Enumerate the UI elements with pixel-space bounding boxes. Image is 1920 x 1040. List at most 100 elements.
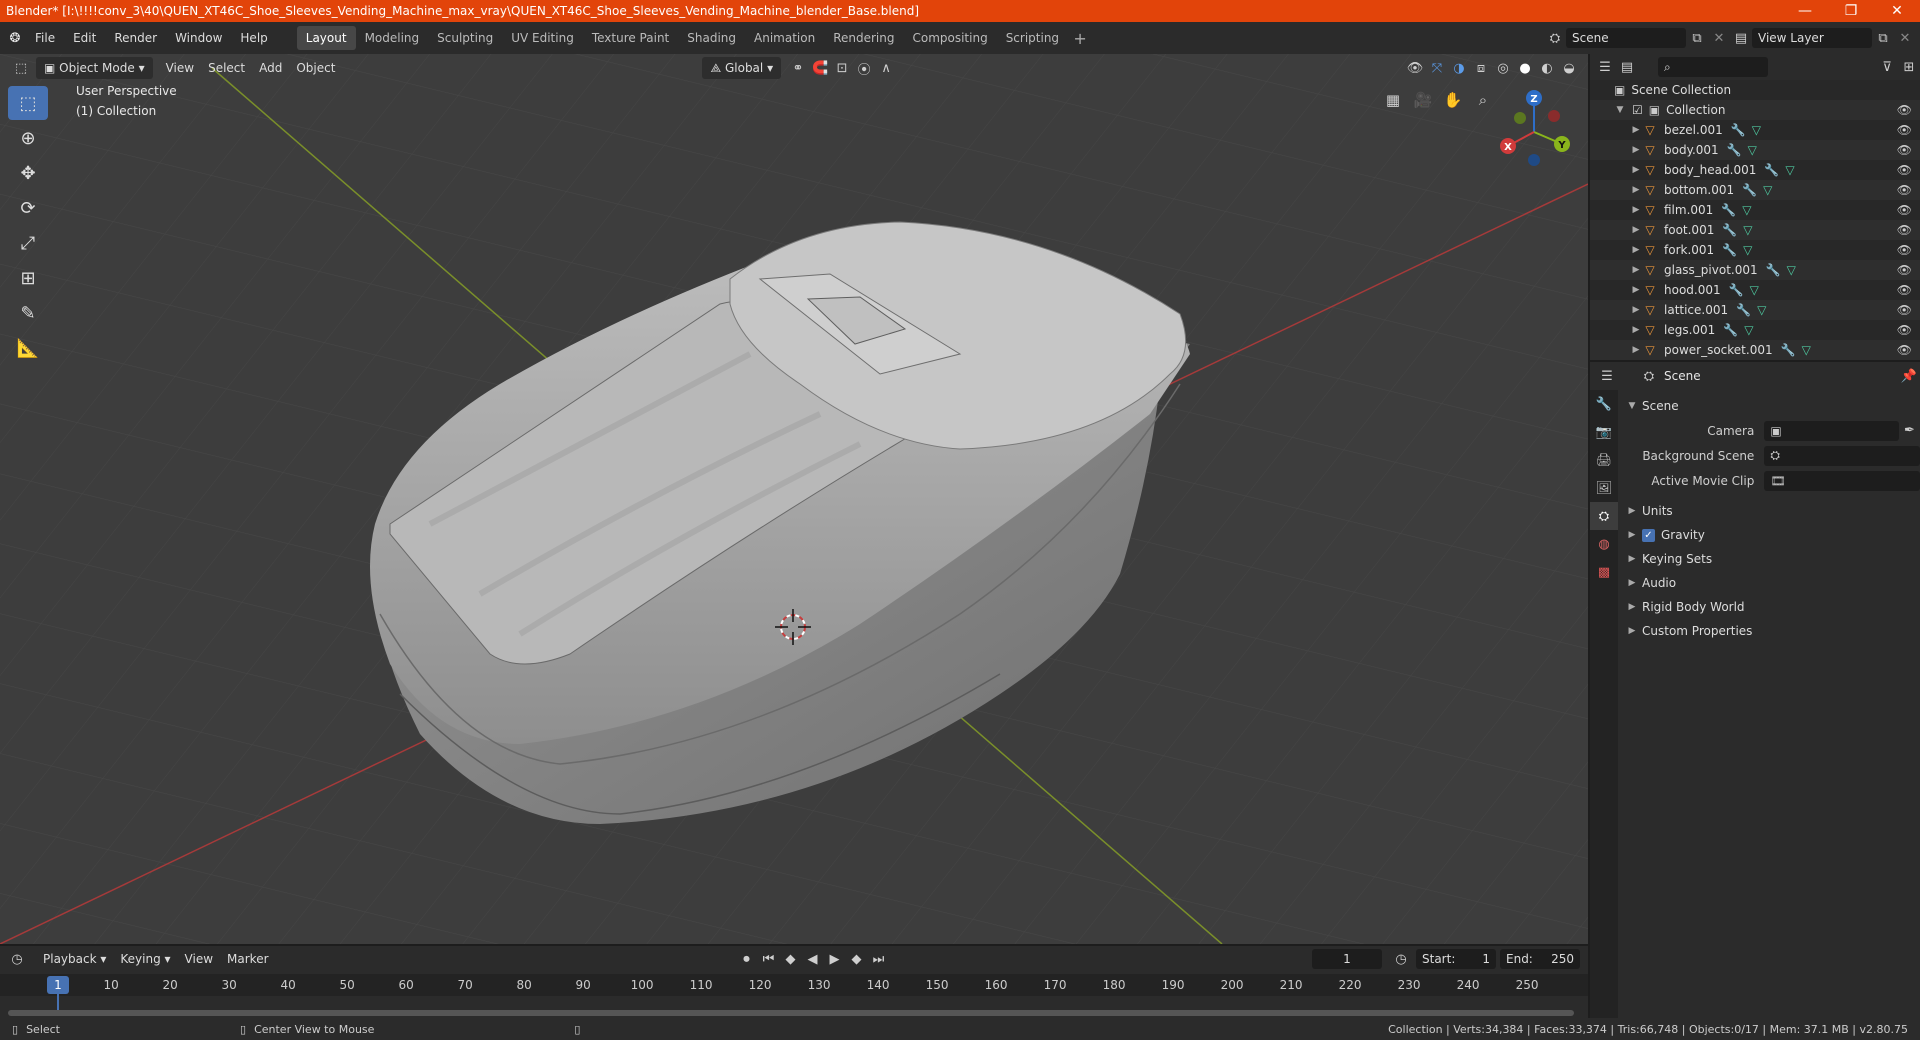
cursor-tool-icon[interactable]: ⊕ [8, 121, 48, 155]
wireframe-shading-icon[interactable]: ◎ [1492, 57, 1514, 79]
outliner-item[interactable]: ▶ ▽ bottom.001 🔧 ▽ 👁 [1590, 180, 1920, 200]
gizmo-neg-z-axis[interactable] [1528, 154, 1540, 166]
start-frame-field[interactable]: Start: 1 [1416, 949, 1496, 969]
timeline-editor-icon[interactable]: ◷ [6, 948, 28, 970]
collection-checkbox[interactable]: ☑ [1632, 103, 1643, 117]
restore-button[interactable]: ❐ [1828, 0, 1874, 22]
tab-layout[interactable]: Layout [296, 26, 356, 50]
navigation-gizmo[interactable]: Z Y X [1494, 88, 1574, 168]
new-viewlayer-icon[interactable]: ⧉ [1872, 27, 1894, 49]
new-collection-icon[interactable]: ⊞ [1898, 56, 1920, 78]
visibility-icon[interactable]: 👁 [1404, 57, 1426, 79]
minimize-button[interactable]: — [1782, 0, 1828, 22]
menu-edit[interactable]: Edit [64, 26, 105, 50]
eye-icon[interactable]: 👁 [1897, 183, 1912, 197]
menu-help[interactable]: Help [231, 26, 276, 50]
timeline-menu-keying[interactable]: Keying ▾ [113, 948, 177, 970]
item-expand-icon[interactable]: ▶ [1630, 265, 1642, 275]
outliner-scene-collection[interactable]: ▣ Scene Collection [1590, 80, 1920, 100]
new-scene-icon[interactable]: ⧉ [1686, 27, 1708, 49]
timeline-menu-playback[interactable]: Playback ▾ [36, 948, 113, 970]
falloff-icon[interactable]: ∧ [875, 57, 897, 79]
outliner-item[interactable]: ▶ ▽ foot.001 🔧 ▽ 👁 [1590, 220, 1920, 240]
outliner-item[interactable]: ▶ ▽ body.001 🔧 ▽ 👁 [1590, 140, 1920, 160]
tab-compositing[interactable]: Compositing [903, 26, 996, 50]
eye-icon[interactable]: 👁 [1897, 103, 1912, 117]
rotate-tool-icon[interactable]: ⟳ [8, 191, 48, 225]
play-reverse-icon[interactable]: ◀ [802, 948, 824, 970]
current-frame-indicator[interactable]: 1 [47, 976, 69, 994]
texture-tab-icon[interactable]: ▩ [1590, 558, 1618, 586]
close-button[interactable]: ✕ [1874, 0, 1920, 22]
rendered-shading-icon[interactable]: ◒ [1558, 57, 1580, 79]
outliner-editor-icon[interactable]: ☰ [1594, 56, 1616, 78]
outliner-item[interactable]: ▶ ▽ body_head.001 🔧 ▽ 👁 [1590, 160, 1920, 180]
eye-icon[interactable]: 👁 [1897, 243, 1912, 257]
current-frame-field[interactable]: 1 [1312, 949, 1382, 969]
tab-shading[interactable]: Shading [678, 26, 745, 50]
item-expand-icon[interactable]: ▶ [1630, 345, 1642, 355]
eye-icon[interactable]: 👁 [1897, 223, 1912, 237]
outliner-item[interactable]: ▶ ▽ glass_pivot.001 🔧 ▽ 👁 [1590, 260, 1920, 280]
measure-tool-icon[interactable]: 📐 [8, 331, 48, 365]
3d-viewport[interactable]: User Perspective (1) Collection ▦ 🎥 ✋ ⌕ … [0, 54, 1588, 944]
jump-start-icon[interactable]: ⏮ [758, 948, 780, 970]
item-expand-icon[interactable]: ▶ [1630, 325, 1642, 335]
outliner-item[interactable]: ▶ ▽ power_socket.001 🔧 ▽ 👁 [1590, 340, 1920, 360]
scale-tool-icon[interactable]: ⤢ [8, 226, 48, 260]
rigid-body-world-panel[interactable]: ▶ Rigid Body World [1620, 595, 1920, 619]
outliner-search-input[interactable]: ⌕ [1658, 57, 1768, 77]
outliner-item[interactable]: ▶ ▽ fork.001 🔧 ▽ 👁 [1590, 240, 1920, 260]
item-expand-icon[interactable]: ▶ [1630, 125, 1642, 135]
gizmo-neg-y-axis[interactable] [1514, 112, 1526, 124]
gravity-checkbox[interactable]: ✓ [1642, 528, 1655, 542]
outliner-item[interactable]: ▶ ▽ lattice.001 🔧 ▽ 👁 [1590, 300, 1920, 320]
display-mode-icon[interactable]: ▤ [1616, 56, 1638, 78]
outliner-item[interactable]: ▶ ▽ film.001 🔧 ▽ 👁 [1590, 200, 1920, 220]
tab-texture-paint[interactable]: Texture Paint [583, 26, 678, 50]
outliner-item[interactable]: ▶ ▽ hood.001 🔧 ▽ 👁 [1590, 280, 1920, 300]
tab-sculpting[interactable]: Sculpting [428, 26, 502, 50]
tab-modeling[interactable]: Modeling [356, 26, 429, 50]
mode-selector[interactable]: ▣ Object Mode ▾ [36, 57, 153, 79]
custom-properties-panel[interactable]: ▶ Custom Properties [1620, 619, 1920, 643]
eye-icon[interactable]: 👁 [1897, 123, 1912, 137]
blender-logo-icon[interactable]: ❂ [4, 27, 26, 49]
scene-selector[interactable]: Scene [1566, 28, 1686, 48]
add-workspace-button[interactable]: + [1068, 29, 1092, 48]
render-tab-icon[interactable]: 📷 [1590, 418, 1618, 446]
item-expand-icon[interactable]: ▶ [1630, 225, 1642, 235]
pin-icon[interactable]: 📌 [1898, 365, 1920, 387]
properties-editor-icon[interactable]: ☰ [1596, 365, 1618, 387]
overlay-toggle-icon[interactable]: ◑ [1448, 57, 1470, 79]
tool-tab-icon[interactable]: 🔧 [1590, 390, 1618, 418]
background-scene-field[interactable]: ⛭ [1764, 445, 1920, 466]
delete-viewlayer-icon[interactable]: ✕ [1894, 27, 1916, 49]
keying-sets-panel[interactable]: ▶ Keying Sets [1620, 547, 1920, 571]
outliner-item[interactable]: ▶ ▽ bezel.001 🔧 ▽ 👁 [1590, 120, 1920, 140]
menu-render[interactable]: Render [105, 26, 166, 50]
viewport-menu-select[interactable]: Select [201, 57, 252, 79]
record-icon[interactable]: ⏺ [736, 948, 758, 970]
viewport-menu-object[interactable]: Object [289, 57, 342, 79]
clock-icon[interactable]: ◷ [1390, 948, 1412, 970]
eye-icon[interactable]: 👁 [1897, 323, 1912, 337]
tab-animation[interactable]: Animation [745, 26, 824, 50]
timeline-menu-marker[interactable]: Marker [220, 948, 275, 970]
active-movie-clip-field[interactable]: 🎞 [1764, 470, 1920, 491]
eye-icon[interactable]: 👁 [1897, 203, 1912, 217]
item-expand-icon[interactable]: ▶ [1630, 305, 1642, 315]
transform-tool-icon[interactable]: ⊞ [8, 261, 48, 295]
tab-rendering[interactable]: Rendering [824, 26, 903, 50]
audio-panel[interactable]: ▶ Audio [1620, 571, 1920, 595]
timeline-menu-view[interactable]: View [178, 948, 220, 970]
output-tab-icon[interactable]: 🖨 [1590, 446, 1618, 474]
delete-scene-icon[interactable]: ✕ [1708, 27, 1730, 49]
viewport-menu-view[interactable]: View [159, 57, 201, 79]
tab-uv-editing[interactable]: UV Editing [502, 26, 583, 50]
item-expand-icon[interactable]: ▶ [1630, 145, 1642, 155]
transform-orientation-dropdown[interactable]: ⟁ Global ▾ [702, 57, 782, 79]
proportional-edit-icon[interactable]: ⦿ [853, 57, 875, 79]
outliner-collection[interactable]: ▼ ☑ ▣ Collection 👁 [1590, 100, 1920, 120]
units-panel[interactable]: ▶ Units [1620, 499, 1920, 523]
